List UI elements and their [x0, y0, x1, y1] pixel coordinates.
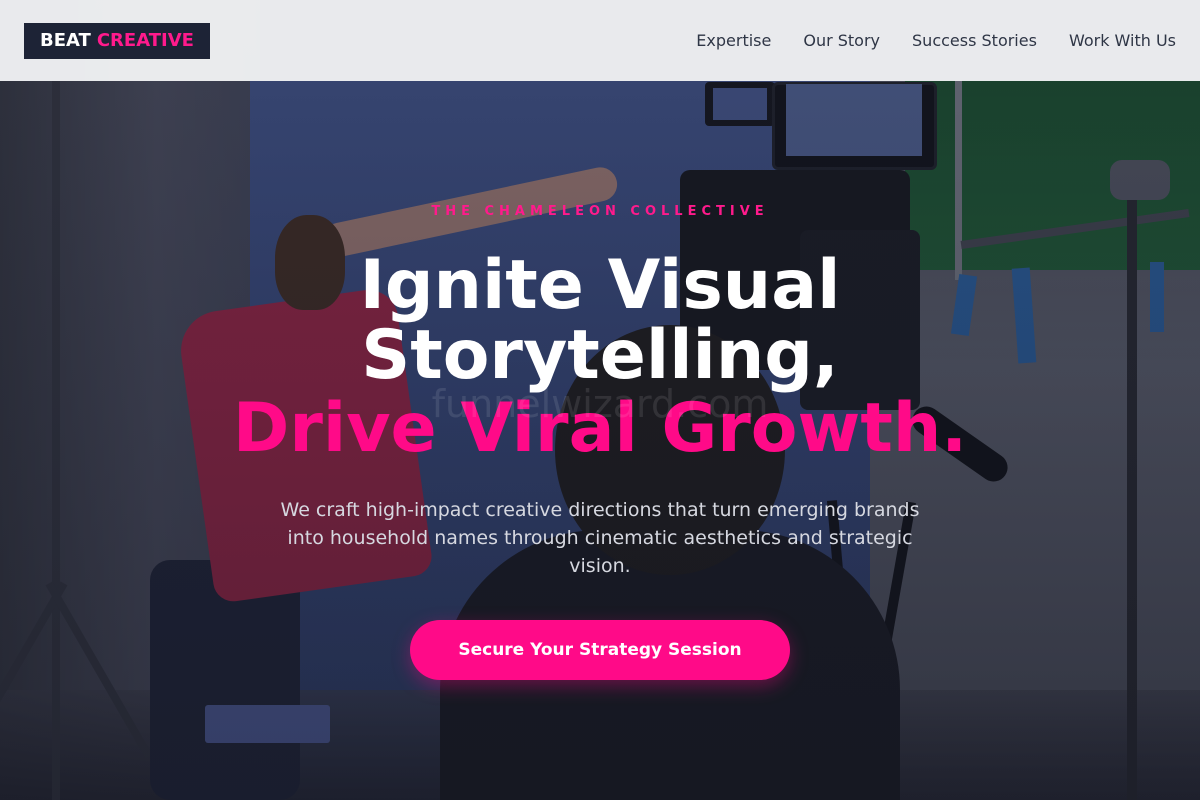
strategy-session-button[interactable]: Secure Your Strategy Session	[410, 620, 790, 680]
hero-eyebrow: THE CHAMELEON COLLECTIVE	[431, 204, 769, 219]
nav-link-success-stories[interactable]: Success Stories	[912, 31, 1037, 50]
site-header: BEAT CREATIVE Expertise Our Story Succes…	[0, 0, 1200, 81]
brand-logo[interactable]: BEAT CREATIVE	[24, 22, 210, 59]
main-navigation: Expertise Our Story Success Stories Work…	[664, 31, 1176, 50]
nav-link-our-story[interactable]: Our Story	[803, 31, 880, 50]
watermark-text: funnelwizard.com	[431, 382, 769, 426]
nav-link-work-with-us[interactable]: Work With Us	[1069, 31, 1176, 50]
hero-content: THE CHAMELEON COLLECTIVE funnelwizard.co…	[0, 0, 1200, 800]
headline-line-1: Ignite Visual	[359, 246, 841, 325]
nav-link-expertise[interactable]: Expertise	[696, 31, 771, 50]
hero-subtitle: We craft high-impact creative directions…	[280, 499, 920, 577]
logo-text-beat: BEAT	[40, 30, 91, 51]
logo-text-creative: CREATIVE	[96, 30, 194, 51]
